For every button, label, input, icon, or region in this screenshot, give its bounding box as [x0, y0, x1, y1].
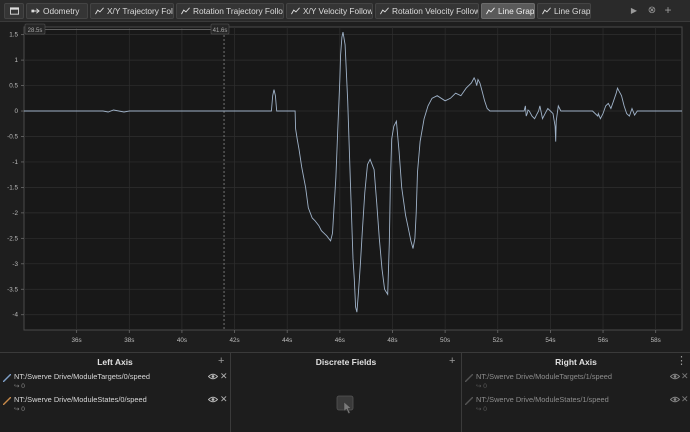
right-axis-field[interactable]: NT:/Swerve Drive/ModuleTargets/1/speed ↪…: [462, 370, 690, 392]
x-tick-label: 52s: [493, 337, 503, 344]
discrete-add-icon[interactable]: +: [449, 356, 455, 367]
tab-bar: Odometry X/Y Trajectory Following Rotati…: [0, 0, 690, 22]
cursor-time-label: 41.6s: [213, 28, 228, 34]
y-tick-label: -2.5: [7, 235, 18, 242]
tab-xy-velocity[interactable]: X/Y Velocity Following: [286, 3, 373, 19]
field-line-swatch-icon: [3, 397, 11, 405]
y-tick-label: -3.5: [7, 286, 18, 293]
x-tick-label: 40s: [177, 337, 187, 344]
y-tick-label: 0.5: [9, 83, 18, 90]
add-tab-icon[interactable]: +: [662, 4, 674, 17]
graph-icon: [291, 7, 300, 15]
right-axis-panel[interactable]: Right Axis ⋮ NT:/Swerve Drive/ModuleTarg…: [462, 353, 690, 432]
field-name: NT:/Swerve Drive/ModuleTargets/0/speed: [14, 372, 150, 381]
y-tick-label: -1.5: [7, 184, 18, 191]
tab-xy-trajectory[interactable]: X/Y Trajectory Following: [90, 3, 174, 19]
remove-field-icon[interactable]: ✕: [681, 394, 689, 405]
field-line-swatch-icon: [465, 374, 473, 382]
range-start-label: 28.5s: [28, 28, 43, 34]
left-axis-field[interactable]: NT:/Swerve Drive/ModuleStates/0/speed ↪ …: [0, 393, 230, 415]
left-axis-panel[interactable]: Left Axis + NT:/Swerve Drive/ModuleTarge…: [0, 353, 230, 432]
eye-icon[interactable]: [208, 396, 218, 403]
y-axis: 1.5 1 0.5 0 -0.5 -1 -1.5 -2 -2.5 -3 -3.5 -4: [7, 32, 24, 319]
drop-field-icon: [336, 395, 354, 414]
x-tick-label: 46s: [335, 337, 345, 344]
y-tick-label: 1: [14, 57, 18, 64]
x-tick-label: 56s: [598, 337, 608, 344]
field-value: ↪ 0: [14, 406, 25, 413]
field-name: NT:/Swerve Drive/ModuleTargets/1/speed: [476, 372, 612, 381]
field-name: NT:/Swerve Drive/ModuleStates/1/speed: [476, 395, 609, 404]
graph-icon: [542, 7, 551, 15]
y-tick-label: -1: [12, 159, 18, 166]
line-graph-plot[interactable]: 1.5 1 0.5 0 -0.5 -1 -1.5 -2 -2.5 -3 -3.5 -4 36s 38s 4…: [0, 22, 690, 352]
y-tick-label: -0.5: [7, 133, 18, 140]
x-tick-label: 50s: [440, 337, 450, 344]
graph-icon: [95, 7, 104, 15]
tab-label: Line Graph: [498, 6, 535, 16]
bottom-panels: Left Axis + NT:/Swerve Drive/ModuleTarge…: [0, 352, 690, 432]
eye-icon[interactable]: [208, 373, 218, 380]
x-tick-label: 54s: [545, 337, 555, 344]
tab-label: Odometry: [43, 6, 80, 16]
y-tick-label: 1.5: [9, 32, 18, 39]
tab-label: Line Graph: [554, 6, 591, 16]
plot-area: [23, 26, 683, 331]
remove-field-icon[interactable]: ✕: [220, 371, 228, 382]
left-axis-add-icon[interactable]: +: [218, 356, 224, 367]
line-graph[interactable]: 1.5 1 0.5 0 -0.5 -1 -1.5 -2 -2.5 -3 -3.5 -4 36s 38s 4…: [0, 22, 690, 352]
tab-home[interactable]: [4, 3, 24, 19]
close-tab-icon[interactable]: ⊗: [646, 4, 658, 17]
tab-label: X/Y Velocity Following: [303, 6, 373, 16]
tab-line-graph-1[interactable]: Line Graph: [481, 3, 535, 19]
remove-field-icon[interactable]: ✕: [681, 371, 689, 382]
discrete-fields-title: Discrete Fields: [315, 357, 377, 367]
tab-label: Rotation Velocity Following: [392, 6, 478, 16]
play-icon[interactable]: ▶: [628, 4, 640, 17]
left-axis-field[interactable]: NT:/Swerve Drive/ModuleTargets/0/speed ↪…: [0, 370, 230, 392]
x-tick-label: 36s: [72, 337, 82, 344]
x-tick-label: 42s: [229, 337, 239, 344]
field-value: ↪ 0: [14, 383, 25, 390]
y-tick-label: -3: [12, 261, 18, 268]
y-tick-label: 0: [14, 108, 18, 115]
odometry-icon: [31, 8, 40, 14]
tab-odometry[interactable]: Odometry: [26, 3, 88, 19]
tab-line-graph-2[interactable]: Line Graph: [537, 3, 591, 19]
y-tick-label: -4: [12, 312, 18, 319]
x-axis: 36s 38s 40s 42s 44s 46s 48s 50s 52s 54s 56s 58s: [72, 330, 661, 344]
window-icon: [10, 7, 19, 15]
tab-label: X/Y Trajectory Following: [107, 6, 174, 16]
field-name: NT:/Swerve Drive/ModuleStates/0/speed: [14, 395, 147, 404]
left-axis-title: Left Axis: [97, 357, 133, 367]
tab-rotation-trajectory[interactable]: Rotation Trajectory Following: [176, 3, 284, 19]
field-line-swatch-icon: [465, 397, 473, 405]
field-value: ↪ 0: [476, 383, 487, 390]
tab-label: Rotation Trajectory Following: [193, 6, 283, 16]
eye-icon[interactable]: [670, 373, 680, 380]
graph-icon: [380, 7, 389, 15]
tab-rotation-velocity[interactable]: Rotation Velocity Following: [375, 3, 479, 19]
field-line-swatch-icon: [3, 374, 11, 382]
eye-icon[interactable]: [670, 396, 680, 403]
right-axis-title: Right Axis: [555, 357, 597, 367]
graph-icon: [181, 7, 190, 15]
x-tick-label: 58s: [651, 337, 661, 344]
graph-icon: [486, 7, 495, 15]
discrete-fields-panel[interactable]: Discrete Fields +: [231, 353, 461, 432]
x-tick-label: 38s: [124, 337, 134, 344]
field-value: ↪ 0: [476, 406, 487, 413]
right-axis-field[interactable]: NT:/Swerve Drive/ModuleStates/1/speed ↪ …: [462, 393, 690, 415]
x-tick-label: 44s: [282, 337, 292, 344]
x-tick-label: 48s: [387, 337, 397, 344]
remove-field-icon[interactable]: ✕: [220, 394, 228, 405]
y-tick-label: -2: [12, 210, 18, 217]
right-axis-more-icon[interactable]: ⋮: [676, 356, 687, 367]
